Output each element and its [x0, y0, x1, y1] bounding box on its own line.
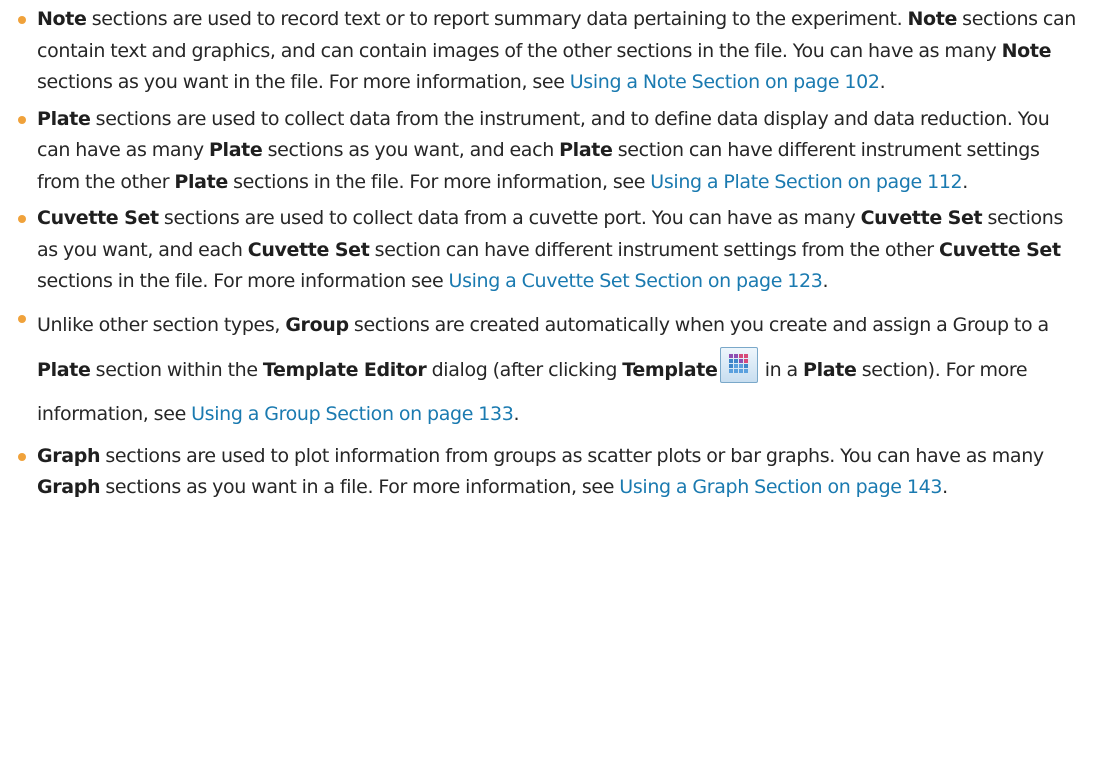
list-item-note: Note sections are used to record text or… [18, 4, 1078, 99]
term-note: Note [37, 8, 87, 30]
list-item-graph: Graph sections are used to plot informat… [18, 441, 1078, 504]
term-cuvette-set: Cuvette Set [37, 207, 159, 229]
bullet-icon [18, 314, 26, 323]
bullet-icon [18, 452, 26, 461]
link-graph-section[interactable]: Using a Graph Section on page 143 [619, 476, 942, 498]
term-template: Template [622, 358, 718, 381]
bullet-icon [18, 215, 26, 223]
list-item-group: Unlike other section types, Group sectio… [18, 303, 1078, 436]
section-types-list: Note sections are used to record text or… [18, 4, 1078, 504]
list-item-cuvette-set: Cuvette Set sections are used to collect… [18, 203, 1078, 298]
link-plate-section[interactable]: Using a Plate Section on page 112 [650, 171, 962, 193]
term-graph: Graph [37, 444, 101, 467]
bullet-icon [18, 115, 26, 124]
link-group-section[interactable]: Using a Group Section on page 133 [191, 403, 514, 425]
link-cuvette-set-section[interactable]: Using a Cuvette Set Section on page 123 [449, 270, 823, 292]
document-body: Note sections are used to record text or… [18, 4, 1078, 504]
bullet-icon [18, 16, 26, 24]
term-plate: Plate [37, 107, 91, 130]
term-group: Group [285, 313, 349, 336]
link-note-section[interactable]: Using a Note Section on page 102 [570, 71, 880, 93]
template-plate-icon [719, 346, 758, 383]
list-item-plate: Plate sections are used to collect data … [18, 104, 1078, 199]
